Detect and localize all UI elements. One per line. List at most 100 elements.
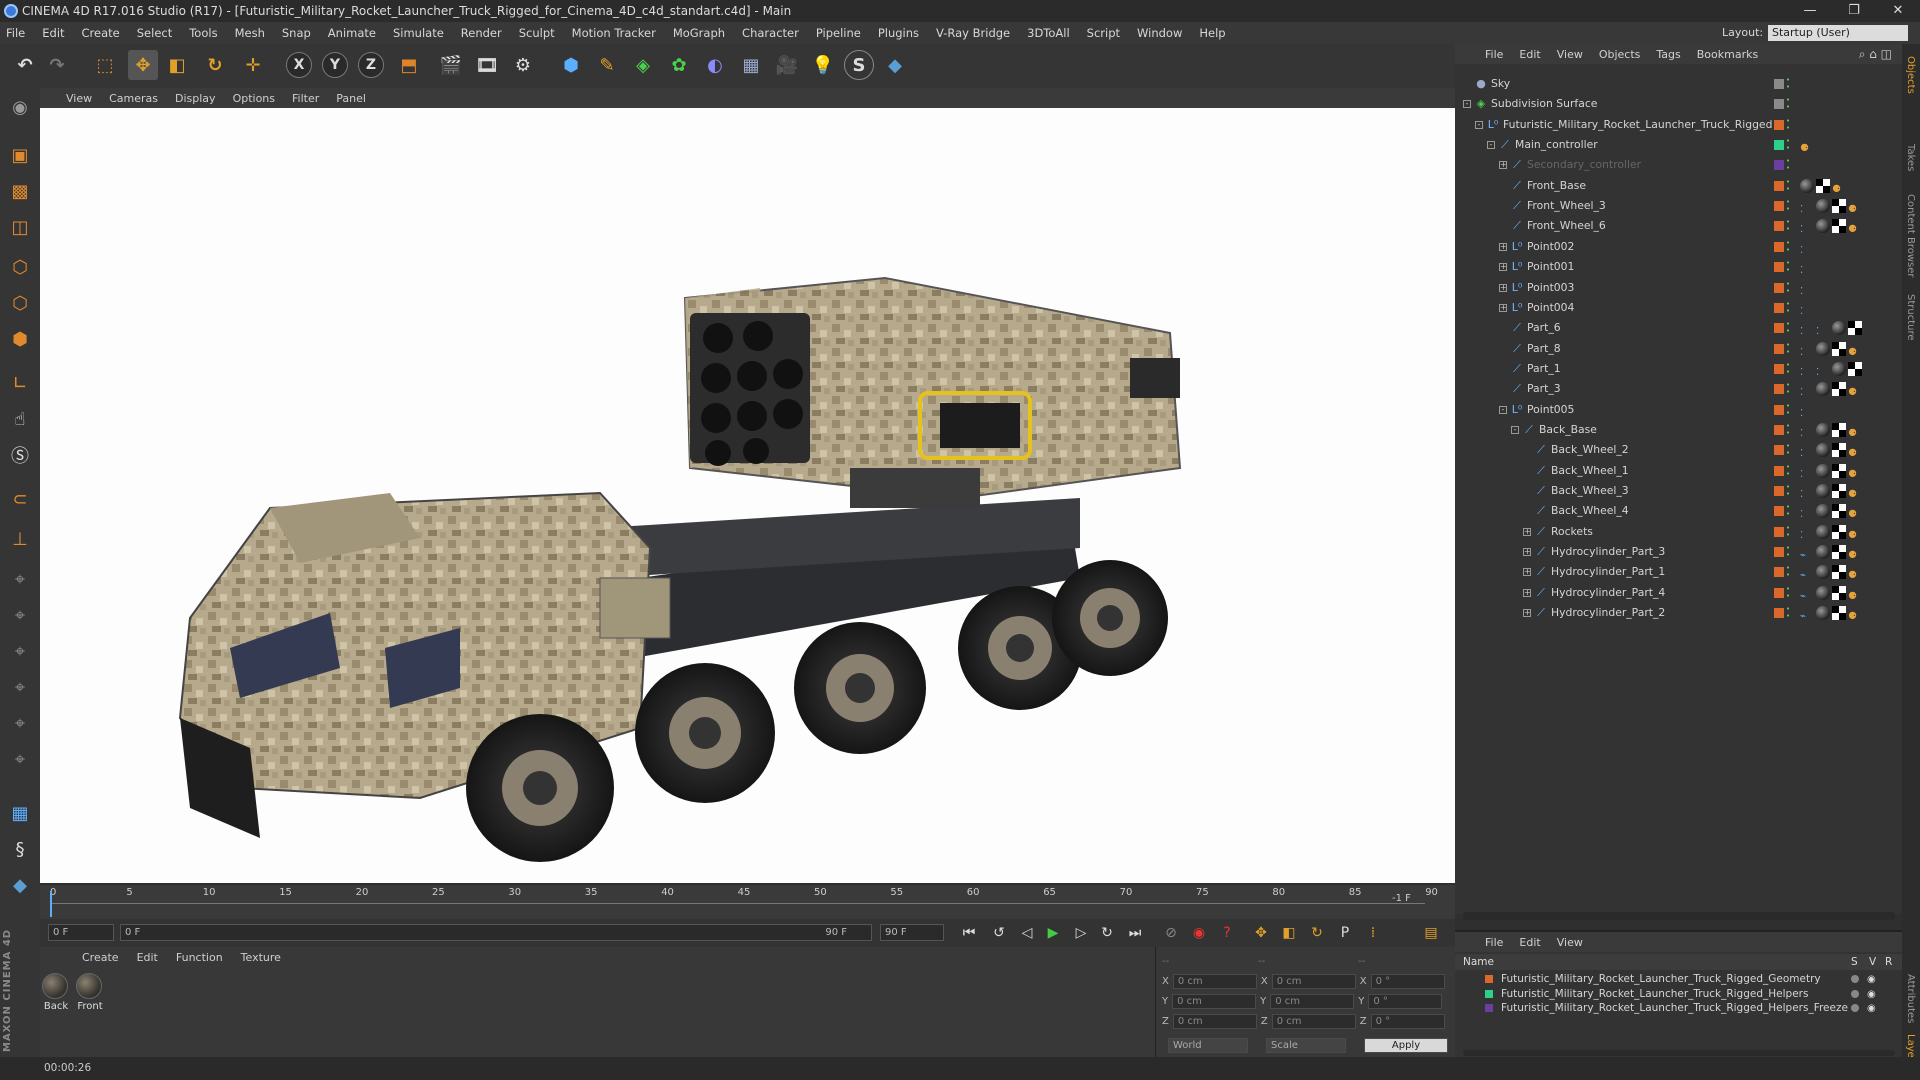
sculpt-tool-icon[interactable]: ⌖: [4, 600, 36, 630]
object-name[interactable]: Front_Base: [1527, 176, 1586, 196]
sculpt-tool-icon[interactable]: ⌖: [4, 636, 36, 666]
next-key-icon[interactable]: ↻: [1096, 922, 1118, 944]
object-row[interactable]: ⟋ Front_Wheel_6 • • ⁚ ⚈: [1455, 216, 1902, 236]
menu-create[interactable]: Create: [82, 26, 120, 40]
visibility-dots[interactable]: • •: [1786, 402, 1792, 417]
sculpt-tool-icon[interactable]: ⌖: [4, 564, 36, 594]
layer-color-swatch[interactable]: [1774, 587, 1784, 598]
collapse-icon[interactable]: -: [1463, 100, 1471, 109]
snapping-icon[interactable]: Ⓢ: [4, 440, 36, 470]
layer-menu-file[interactable]: File: [1485, 936, 1503, 949]
layer-color-swatch[interactable]: [1485, 975, 1493, 983]
material-menu-function[interactable]: Function: [176, 951, 223, 964]
checker-tag-icon[interactable]: [1832, 565, 1846, 580]
size-mode-dropdown[interactable]: Scale: [1266, 1037, 1346, 1053]
visibility-dots[interactable]: • •: [1786, 219, 1792, 233]
layer-color-swatch[interactable]: [1774, 262, 1784, 273]
sculpt-tool-icon[interactable]: ⌖: [4, 672, 36, 702]
undo-icon[interactable]: ↶: [10, 50, 40, 80]
object-name[interactable]: Subdivision Surface: [1491, 94, 1597, 114]
render-region-icon[interactable]: ▦: [4, 798, 36, 828]
material-tag-icon[interactable]: [1800, 178, 1814, 193]
layer-color-swatch[interactable]: [1774, 363, 1784, 374]
subdivision-surface-icon[interactable]: ◈: [628, 50, 658, 80]
menu-simulate[interactable]: Simulate: [393, 26, 444, 40]
timeline-window-icon[interactable]: ▤: [1420, 922, 1442, 944]
object-name[interactable]: Part_6: [1527, 318, 1561, 338]
menu-character[interactable]: Character: [742, 26, 799, 40]
menu-help[interactable]: Help: [1199, 26, 1225, 40]
checker-tag-icon[interactable]: [1832, 422, 1846, 437]
material-swatch[interactable]: Back: [42, 973, 70, 1012]
layer-color-swatch[interactable]: [1774, 302, 1784, 313]
visibility-dots[interactable]: • •: [1786, 260, 1792, 274]
menu-select[interactable]: Select: [137, 26, 172, 40]
expand-icon[interactable]: +: [1499, 303, 1507, 312]
size-field[interactable]: 0 cm: [1270, 993, 1355, 1009]
material-tag-icon[interactable]: [1816, 422, 1830, 437]
checker-tag-icon[interactable]: [1832, 199, 1846, 214]
tweak-mode-icon[interactable]: ☝: [4, 404, 36, 434]
menu-mesh[interactable]: Mesh: [235, 26, 265, 40]
axis-mode-icon[interactable]: ∟: [4, 368, 36, 398]
object-name[interactable]: Point004: [1527, 298, 1574, 318]
points-mode-icon[interactable]: ⬡: [4, 252, 36, 282]
material-tag-icon[interactable]: [1816, 443, 1830, 458]
workplane-mode-icon[interactable]: ◫: [4, 212, 36, 242]
layer-name[interactable]: Futuristic_Military_Rocket_Launcher_Truc…: [1501, 1001, 1848, 1015]
render-view-icon[interactable]: 🎬: [436, 50, 466, 80]
play-icon[interactable]: ▶: [1042, 922, 1064, 944]
layer-color-swatch[interactable]: [1485, 1004, 1493, 1012]
key-scale-icon[interactable]: ◧: [1278, 922, 1300, 944]
visibility-dots[interactable]: • •: [1786, 463, 1792, 478]
visibility-dots[interactable]: • •: [1786, 158, 1792, 172]
layer-solo-toggle[interactable]: [1851, 1004, 1859, 1012]
sculpt-tool-icon[interactable]: ⌖: [4, 744, 36, 774]
visibility-dots[interactable]: • •: [1786, 565, 1792, 579]
cloner-icon[interactable]: ✿: [664, 50, 694, 80]
playhead[interactable]: [50, 891, 52, 917]
menu-tools[interactable]: Tools: [189, 26, 217, 40]
menu-mograph[interactable]: MoGraph: [673, 26, 725, 40]
pen-spline-icon[interactable]: ✎: [592, 50, 622, 80]
expand-icon[interactable]: +: [1523, 568, 1531, 577]
key-position-icon[interactable]: ✥: [1250, 922, 1272, 944]
visibility-dots[interactable]: • •: [1786, 545, 1792, 559]
material-tag-icon[interactable]: [1832, 321, 1846, 336]
material-tag-icon[interactable]: [1816, 585, 1830, 600]
layer-color-swatch[interactable]: [1774, 343, 1784, 354]
visibility-dots[interactable]: • •: [1786, 280, 1792, 295]
object-row[interactable]: ⟋ Back_Wheel_2 • • ⁚ ⚈: [1455, 440, 1902, 460]
layer-color-swatch[interactable]: [1774, 180, 1784, 191]
layer-name[interactable]: Futuristic_Military_Rocket_Launcher_Truc…: [1501, 972, 1821, 986]
object-row[interactable]: - ⟋ Back_Base • • ⁚ ⚈: [1455, 420, 1902, 440]
sculpt-tool-icon[interactable]: ⌖: [4, 708, 36, 738]
position-field[interactable]: 0 cm: [1172, 973, 1257, 989]
material-tag-icon[interactable]: [1816, 382, 1830, 397]
rotation-field[interactable]: 0 °: [1370, 973, 1445, 989]
tab-structure[interactable]: Structure: [1905, 294, 1916, 341]
expand-icon[interactable]: +: [1499, 283, 1507, 292]
collapse-icon[interactable]: -: [1511, 425, 1519, 434]
menu-motion-tracker[interactable]: Motion Tracker: [572, 26, 656, 40]
viewport-menu-panel[interactable]: Panel: [336, 92, 366, 105]
redo-icon[interactable]: ↷: [42, 50, 72, 80]
object-row[interactable]: ⟋ Part_8 • • ⁚ ⚈: [1455, 339, 1902, 359]
eye-icon[interactable]: ◉: [1867, 1002, 1876, 1016]
key-parameter-icon[interactable]: P: [1334, 922, 1356, 944]
object-name[interactable]: Main_controller: [1515, 135, 1598, 155]
object-name[interactable]: Part_3: [1527, 379, 1561, 399]
go-to-start-icon[interactable]: ⏮: [958, 922, 980, 944]
object-name[interactable]: Back_Wheel_4: [1551, 501, 1629, 521]
object-name[interactable]: Back_Wheel_3: [1551, 481, 1629, 501]
apply-button[interactable]: Apply: [1364, 1037, 1448, 1053]
object-name[interactable]: Futuristic_Military_Rocket_Launcher_Truc…: [1503, 115, 1772, 135]
menu-file[interactable]: File: [6, 26, 25, 40]
layer-manager-scrollbar[interactable]: [1463, 1050, 1895, 1056]
object-row[interactable]: ⟋ Front_Wheel_3 • • ⁚ ⚈: [1455, 196, 1902, 216]
layer-menu-view[interactable]: View: [1557, 936, 1583, 949]
end-frame-field[interactable]: 90 F: [880, 924, 944, 941]
object-name[interactable]: Point002: [1527, 237, 1574, 257]
checker-tag-icon[interactable]: [1832, 504, 1846, 519]
material-tag-icon[interactable]: [1816, 199, 1830, 214]
